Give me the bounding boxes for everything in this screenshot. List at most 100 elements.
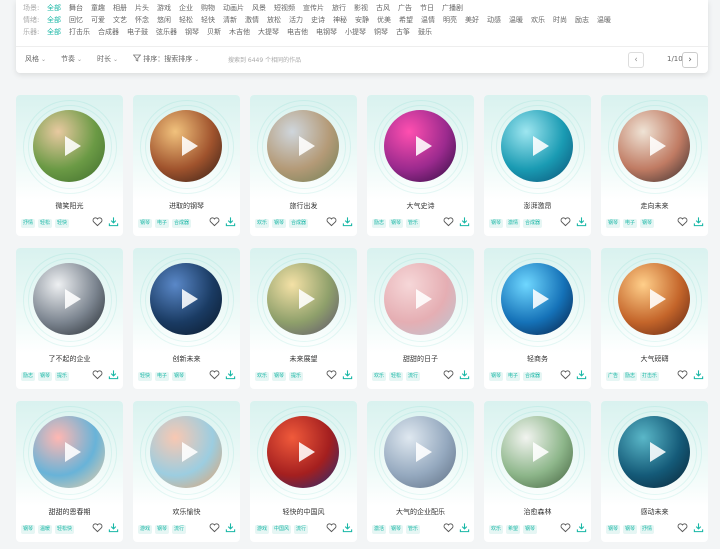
mood-filter-option[interactable]: 安静	[355, 14, 369, 26]
music-card[interactable]: 大气史诗 励志 钢琴 管乐	[367, 95, 474, 236]
play-icon[interactable]	[650, 136, 666, 156]
tag[interactable]: 电子	[506, 372, 521, 381]
tag[interactable]: 中国风	[272, 525, 292, 534]
tag[interactable]: 钢琴	[138, 219, 153, 228]
music-card[interactable]: 微笑阳光 抒情 轻松 轻快	[16, 95, 123, 236]
tag[interactable]: 轻松快	[55, 525, 75, 534]
download-icon[interactable]	[576, 522, 587, 533]
tag[interactable]: 提乐	[289, 372, 304, 381]
instrument-filter-option[interactable]: 打击乐	[69, 26, 90, 38]
track-title[interactable]: 大气的企业配乐	[367, 507, 474, 517]
mood-filter-option[interactable]: 动感	[487, 14, 501, 26]
mood-filter-option[interactable]: 可爱	[91, 14, 105, 26]
beat-dropdown[interactable]: 节奏 ⌄	[61, 54, 82, 64]
heart-icon[interactable]	[209, 369, 220, 380]
album-cover[interactable]	[501, 110, 573, 182]
scene-filter-option[interactable]: 童趣	[91, 2, 105, 14]
heart-icon[interactable]	[209, 216, 220, 227]
album-cover[interactable]	[501, 263, 573, 335]
instrument-filter-option[interactable]: 电钢琴	[316, 26, 337, 38]
scene-filter-option[interactable]: 宣传片	[303, 2, 324, 14]
mood-filter-option[interactable]: 温暖	[509, 14, 523, 26]
play-icon[interactable]	[416, 442, 432, 462]
play-icon[interactable]	[650, 442, 666, 462]
scene-filter-option[interactable]: 旅行	[332, 2, 346, 14]
tag[interactable]: 钢琴	[38, 372, 53, 381]
tag[interactable]: 管乐	[406, 525, 421, 534]
mood-filter-option[interactable]: 优美	[377, 14, 391, 26]
play-icon[interactable]	[533, 442, 549, 462]
instrument-filter-option[interactable]: 全部	[47, 26, 61, 38]
heart-icon[interactable]	[560, 369, 571, 380]
mood-filter-option[interactable]: 时尚	[553, 14, 567, 26]
track-title[interactable]: 治愈森林	[484, 507, 591, 517]
tag[interactable]: 电子	[155, 219, 170, 228]
tag[interactable]: 钢琴	[489, 219, 504, 228]
duration-dropdown[interactable]: 时长 ⌄	[97, 54, 118, 64]
track-title[interactable]: 大气史诗	[367, 201, 474, 211]
download-icon[interactable]	[459, 216, 470, 227]
track-title[interactable]: 感动未来	[601, 507, 708, 517]
scene-filter-option[interactable]: 风景	[252, 2, 266, 14]
heart-icon[interactable]	[677, 522, 688, 533]
album-cover[interactable]	[384, 263, 456, 335]
album-cover[interactable]	[33, 416, 105, 488]
instrument-filter-option[interactable]: 弦乐器	[156, 26, 177, 38]
scene-filter-option[interactable]: 全部	[47, 2, 61, 14]
play-icon[interactable]	[65, 442, 81, 462]
download-icon[interactable]	[108, 216, 119, 227]
scene-filter-option[interactable]: 片头	[135, 2, 149, 14]
heart-icon[interactable]	[443, 369, 454, 380]
download-icon[interactable]	[225, 522, 236, 533]
album-cover[interactable]	[501, 416, 573, 488]
tag[interactable]: 电子	[623, 219, 638, 228]
tag[interactable]: 游戏	[138, 525, 153, 534]
album-cover[interactable]	[618, 110, 690, 182]
tag[interactable]: 轻快	[55, 219, 70, 228]
music-card[interactable]: 大气的企业配乐 激活 钢琴 管乐	[367, 401, 474, 542]
tag[interactable]: 合成器	[172, 219, 192, 228]
play-icon[interactable]	[533, 289, 549, 309]
mood-filter-option[interactable]: 欢乐	[531, 14, 545, 26]
mood-filter-option[interactable]: 活力	[289, 14, 303, 26]
heart-icon[interactable]	[677, 369, 688, 380]
heart-icon[interactable]	[326, 216, 337, 227]
album-cover[interactable]	[267, 110, 339, 182]
tag[interactable]: 励志	[21, 372, 36, 381]
tag[interactable]: 激情	[506, 219, 521, 228]
scene-filter-option[interactable]: 企业	[179, 2, 193, 14]
heart-icon[interactable]	[326, 369, 337, 380]
play-icon[interactable]	[65, 136, 81, 156]
music-card[interactable]: 进取的钢琴钢琴 电子 合成器	[133, 95, 240, 236]
tag[interactable]: 欢乐	[255, 372, 270, 381]
album-cover[interactable]	[618, 263, 690, 335]
tag[interactable]: 钢琴	[155, 525, 170, 534]
music-card[interactable]: 感动未来 钢琴 钢琴 抒情	[601, 401, 708, 542]
tag[interactable]: 合成器	[523, 372, 543, 381]
mood-filter-option[interactable]: 悠闲	[157, 14, 171, 26]
music-card[interactable]: 甜甜的恩春期 钢琴 温暖 轻松快	[16, 401, 123, 542]
tag[interactable]: 钢琴	[389, 525, 404, 534]
track-title[interactable]: 进取的钢琴	[133, 201, 240, 211]
play-icon[interactable]	[416, 136, 432, 156]
mood-filter-option[interactable]: 激情	[245, 14, 259, 26]
heart-icon[interactable]	[560, 522, 571, 533]
sort-dropdown[interactable]: 排序：搜索排序 ⌄	[132, 54, 199, 64]
track-title[interactable]: 走向未来	[601, 201, 708, 211]
tag[interactable]: 钢琴	[606, 219, 621, 228]
play-icon[interactable]	[182, 136, 198, 156]
music-card[interactable]: 治愈森林 欢乐 希望 钢琴	[484, 401, 591, 542]
scene-filter-option[interactable]: 舞台	[69, 2, 83, 14]
track-title[interactable]: 大气磅礴	[601, 354, 708, 364]
track-title[interactable]: 轻快的中国风	[250, 507, 357, 517]
play-icon[interactable]	[416, 289, 432, 309]
album-cover[interactable]	[33, 263, 105, 335]
heart-icon[interactable]	[677, 216, 688, 227]
mood-filter-option[interactable]: 希望	[399, 14, 413, 26]
mood-filter-option[interactable]: 全部	[47, 14, 61, 26]
instrument-filter-option[interactable]: 小提琴	[345, 26, 366, 38]
music-card[interactable]: 甜甜的日子 欢乐 轻松 流行	[367, 248, 474, 389]
scene-filter-option[interactable]: 短视频	[274, 2, 295, 14]
instrument-filter-option[interactable]: 木吉他	[229, 26, 250, 38]
play-icon[interactable]	[533, 136, 549, 156]
